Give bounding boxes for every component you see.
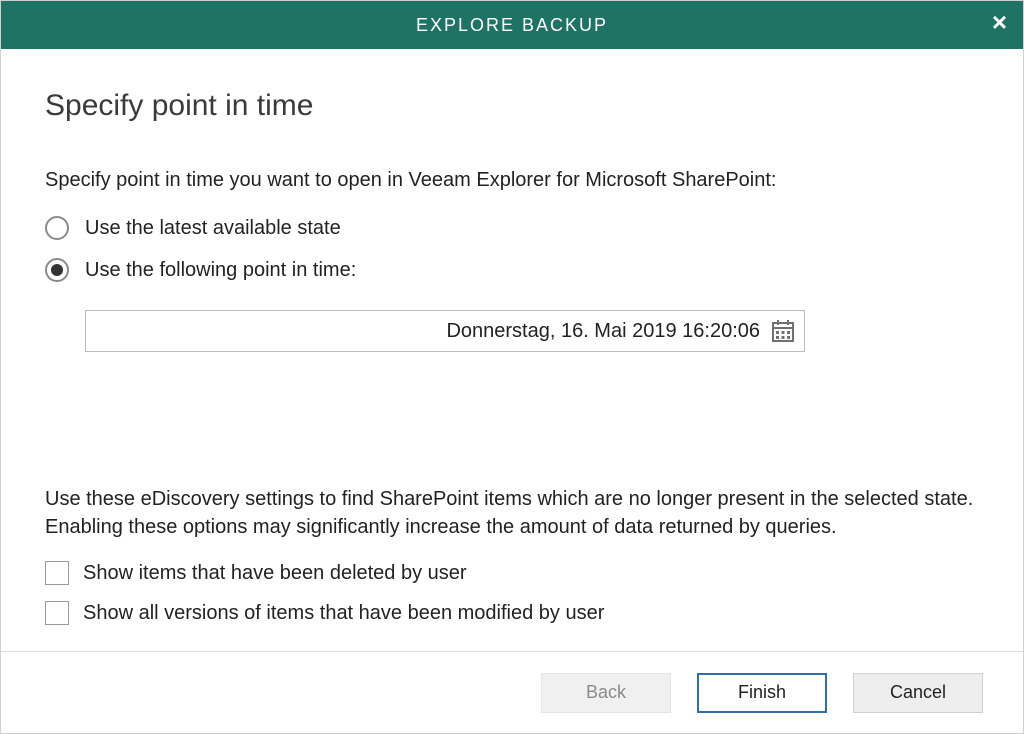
- ediscovery-section: Use these eDiscovery settings to find Sh…: [45, 405, 979, 641]
- checkbox-show-versions-label: Show all versions of items that have bee…: [83, 602, 604, 625]
- radio-latest-label: Use the latest available state: [85, 217, 341, 240]
- cancel-button-label: Cancel: [890, 682, 946, 703]
- finish-button[interactable]: Finish: [697, 673, 827, 713]
- content-area: Specify point in time Specify point in t…: [1, 49, 1023, 651]
- cancel-button[interactable]: Cancel: [853, 673, 983, 713]
- radio-icon: [45, 258, 69, 282]
- intro-text: Specify point in time you want to open i…: [45, 169, 979, 192]
- explore-backup-dialog: EXPLORE BACKUP × Specify point in time S…: [0, 0, 1024, 734]
- footer: Back Finish Cancel: [1, 651, 1023, 733]
- radio-specific-point[interactable]: Use the following point in time:: [45, 258, 979, 282]
- checkbox-icon: [45, 561, 69, 585]
- finish-button-label: Finish: [738, 682, 786, 703]
- back-button[interactable]: Back: [541, 673, 671, 713]
- page-title: Specify point in time: [45, 89, 979, 123]
- ediscovery-intro: Use these eDiscovery settings to find Sh…: [45, 405, 979, 541]
- close-icon[interactable]: ×: [992, 9, 1009, 35]
- radio-specific-label: Use the following point in time:: [85, 259, 356, 282]
- back-button-label: Back: [586, 682, 626, 703]
- radio-latest-state[interactable]: Use the latest available state: [45, 216, 979, 240]
- titlebar: EXPLORE BACKUP ×: [1, 1, 1023, 49]
- checkbox-show-versions[interactable]: Show all versions of items that have bee…: [45, 601, 979, 625]
- checkbox-show-deleted[interactable]: Show items that have been deleted by use…: [45, 561, 979, 585]
- point-in-time-value: Donnerstag, 16. Mai 2019 16:20:06: [96, 320, 772, 343]
- checkbox-show-deleted-label: Show items that have been deleted by use…: [83, 562, 467, 585]
- radio-icon: [45, 216, 69, 240]
- date-field-container: Donnerstag, 16. Mai 2019 16:20:06: [85, 310, 979, 352]
- checkbox-icon: [45, 601, 69, 625]
- window-title: EXPLORE BACKUP: [416, 15, 608, 36]
- calendar-icon[interactable]: [772, 320, 794, 342]
- point-in-time-input[interactable]: Donnerstag, 16. Mai 2019 16:20:06: [85, 310, 805, 352]
